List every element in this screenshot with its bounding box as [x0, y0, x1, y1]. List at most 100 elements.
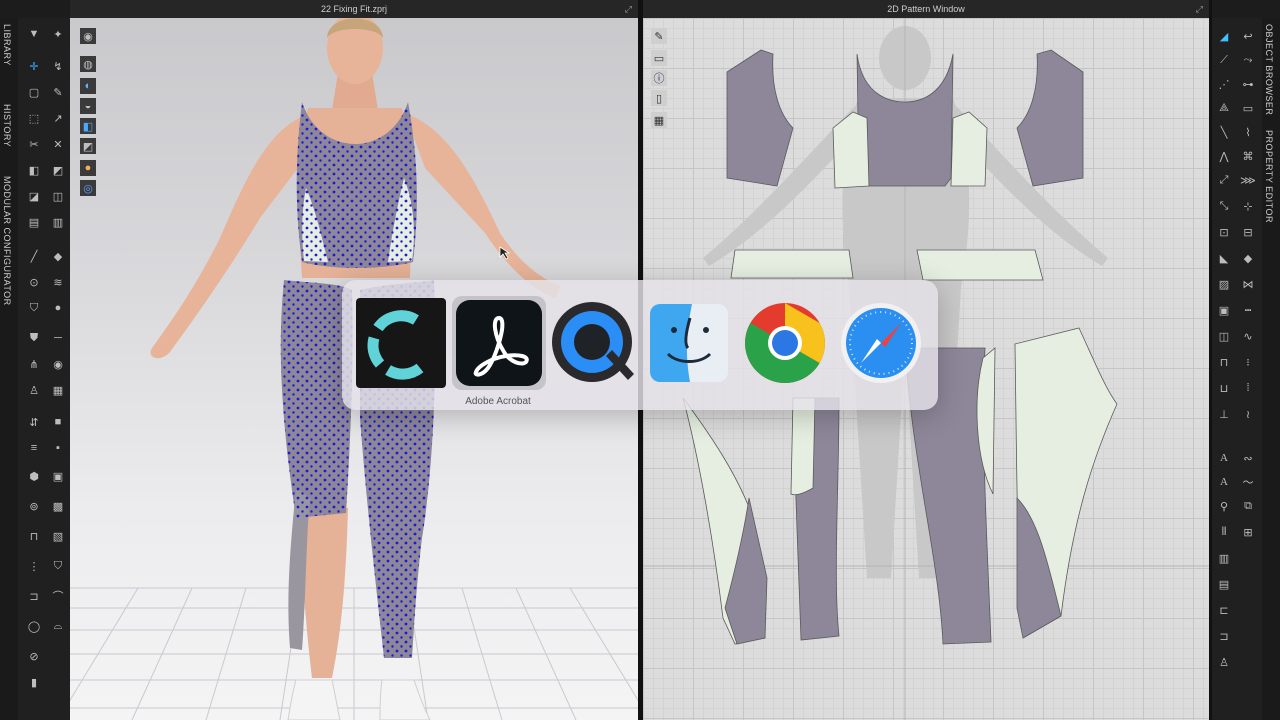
cut-icon[interactable]: ✂ [26, 136, 42, 152]
tab-property-editor[interactable]: PROPERTY EDITOR [1264, 130, 1274, 223]
2d-text-alt-icon[interactable]: A [1216, 474, 1232, 490]
topstitch-icon[interactable]: ▥ [50, 214, 66, 230]
transform-icon[interactable]: ⬚ [26, 110, 42, 126]
shirt-alt-icon[interactable]: ⛊ [26, 330, 42, 346]
record-icon[interactable]: ◉ [50, 356, 66, 372]
2d-mirror-icon[interactable]: ⊟ [1240, 224, 1256, 240]
tab-history[interactable]: HISTORY [2, 104, 12, 147]
tack-icon[interactable]: ✕ [50, 136, 66, 152]
tape-icon[interactable]: ≡ [26, 440, 42, 456]
diamond-icon[interactable]: ◆ [50, 248, 66, 264]
collar-icon[interactable]: ⌒ [50, 588, 66, 604]
hang-icon[interactable]: ⊓ [26, 528, 42, 544]
2d-figure-icon[interactable]: ♙ [1216, 654, 1232, 670]
texture-display-icon[interactable]: ◧ [80, 118, 96, 134]
2d-zigzag-icon[interactable]: ⋙ [1240, 172, 1256, 188]
tab-object-browser[interactable]: OBJECT BROWSER [1264, 24, 1274, 115]
chrome-app-icon[interactable] [740, 298, 830, 388]
circle-icon[interactable]: ● [50, 300, 66, 316]
acrobat-app-icon[interactable] [452, 296, 546, 390]
2d-grid-icon[interactable]: ▦ [651, 112, 667, 128]
pattern-display-icon[interactable]: ◩ [80, 138, 96, 154]
2d-hatch-icon[interactable]: ▤ [1216, 576, 1232, 592]
tshirt-icon[interactable]: ⛉ [50, 558, 66, 574]
2d-curve-icon[interactable]: ⤳ [1240, 52, 1256, 68]
2d-wave-alt-icon[interactable]: ≀ [1240, 406, 1256, 422]
pose-display-icon[interactable]: ◒ [80, 98, 96, 114]
zipper-icon[interactable]: ≋ [50, 274, 66, 290]
graphic-icon[interactable]: ▧ [50, 528, 66, 544]
2d-zipper-icon[interactable]: ⦀ [1216, 524, 1232, 540]
2d-wave-icon[interactable]: ∿ [1240, 328, 1256, 344]
2d-binding-icon[interactable]: ⊏ [1216, 602, 1232, 618]
clo-app-icon[interactable] [356, 298, 446, 388]
2d-topstitch-icon[interactable]: ⊔ [1216, 380, 1232, 396]
quicktime-app-icon[interactable] [548, 298, 638, 388]
roll-icon[interactable]: ⊚ [26, 498, 42, 514]
puncture-icon[interactable]: ⋔ [26, 356, 42, 372]
maximize-icon[interactable]: ⤢ [625, 4, 632, 15]
cuff-icon[interactable]: ⊐ [26, 588, 42, 604]
2d-info-icon[interactable]: ⓘ [651, 70, 667, 86]
2d-offset-icon[interactable]: ⌇ [1240, 124, 1256, 140]
shirt-icon[interactable]: ⛉ [26, 300, 42, 316]
bar-icon[interactable]: ▮ [26, 674, 42, 690]
arrange-icon[interactable]: ↗ [50, 110, 66, 126]
2d-pin-icon[interactable]: ⚲ [1216, 498, 1232, 514]
2d-seam-icon[interactable]: ⤡ [1216, 198, 1232, 214]
2d-pattern-icon[interactable]: ▭ [651, 50, 667, 66]
garment-display-icon[interactable]: ◐ [80, 78, 96, 94]
select-mesh-icon[interactable]: ▼ [26, 26, 42, 42]
hat-icon[interactable]: ⌓ [50, 618, 66, 634]
2d-rect-icon[interactable]: ▭ [1240, 100, 1256, 116]
skin-display-icon[interactable]: ● [80, 160, 96, 176]
pin-icon[interactable]: ✎ [50, 84, 66, 100]
2d-image-icon[interactable]: ▨ [1216, 276, 1232, 292]
shoe-icon[interactable]: ⬢ [26, 468, 42, 484]
2d-wave-alt2-icon[interactable]: ∾ [1240, 450, 1256, 466]
2d-line-icon[interactable]: ╲ [1216, 124, 1232, 140]
measure-icon[interactable]: ◫ [50, 188, 66, 204]
globe-icon[interactable]: ◎ [80, 180, 96, 196]
avatar-pose-icon[interactable]: ✦ [50, 26, 66, 42]
2d-edit-point-icon[interactable]: ⟋ [1216, 52, 1232, 68]
2d-tilde-icon[interactable]: 〜 [1240, 474, 1256, 490]
render-icon[interactable]: ◉ [80, 28, 96, 44]
2d-measure-icon[interactable]: ⊹ [1240, 198, 1256, 214]
2d-grade-icon[interactable]: ⋈ [1240, 276, 1256, 292]
2d-brush-icon[interactable]: ✎ [651, 28, 667, 44]
2d-bars-icon[interactable]: ⁞ [1240, 380, 1256, 396]
square-icon[interactable]: ■ [50, 414, 66, 430]
2d-select-icon[interactable]: ◢ [1216, 28, 1232, 44]
2d-stitch-icon[interactable]: ⊓ [1216, 354, 1232, 370]
2d-bars-alt-icon[interactable]: ▥ [1216, 550, 1232, 566]
line-icon[interactable]: ─ [50, 330, 66, 346]
edit-texture-icon[interactable]: ◩ [50, 162, 66, 178]
block-alt-icon[interactable]: ▩ [50, 498, 66, 514]
2d-dashed-icon[interactable]: ┅ [1240, 302, 1256, 318]
2d-box-icon[interactable]: ◫ [1216, 328, 1232, 344]
2d-page-icon[interactable]: ▯ [651, 90, 667, 106]
2d-diamond-icon[interactable]: ◆ [1240, 250, 1256, 266]
2d-plus-box-icon[interactable]: ⊞ [1240, 524, 1256, 540]
finder-app-icon[interactable] [644, 298, 734, 388]
2d-pleat-icon[interactable]: ⌘ [1240, 148, 1256, 164]
measure-alt-icon[interactable]: ⇵ [26, 414, 42, 430]
avatar-icon[interactable]: ♙ [26, 382, 42, 398]
2d-transform-icon[interactable]: ↩ [1240, 28, 1256, 44]
fold-icon[interactable]: ↯ [50, 58, 66, 74]
tab-modular-configurator[interactable]: MODULAR CONFIGURATOR [2, 176, 12, 306]
tab-library[interactable]: LIBRARY [2, 24, 12, 66]
2d-cut-icon[interactable]: ⤢ [1216, 172, 1232, 188]
2d-fold-icon[interactable]: ◣ [1216, 250, 1232, 266]
2d-puzzle-icon[interactable]: ⧉ [1240, 498, 1256, 514]
2d-dots-icon[interactable]: ⁝ [1240, 354, 1256, 370]
2d-rulers-icon[interactable]: ⊥ [1216, 406, 1232, 422]
block-icon[interactable]: ▣ [50, 468, 66, 484]
2d-screen-icon[interactable]: ▣ [1216, 302, 1232, 318]
stitch-icon[interactable]: ⋮ [26, 558, 42, 574]
maximize-2d-icon[interactable]: ⤢ [1196, 4, 1203, 15]
ring-icon[interactable]: ◯ [26, 618, 42, 634]
2d-sew-icon[interactable]: ⊶ [1240, 76, 1256, 92]
move-icon[interactable]: ✛ [26, 58, 42, 74]
